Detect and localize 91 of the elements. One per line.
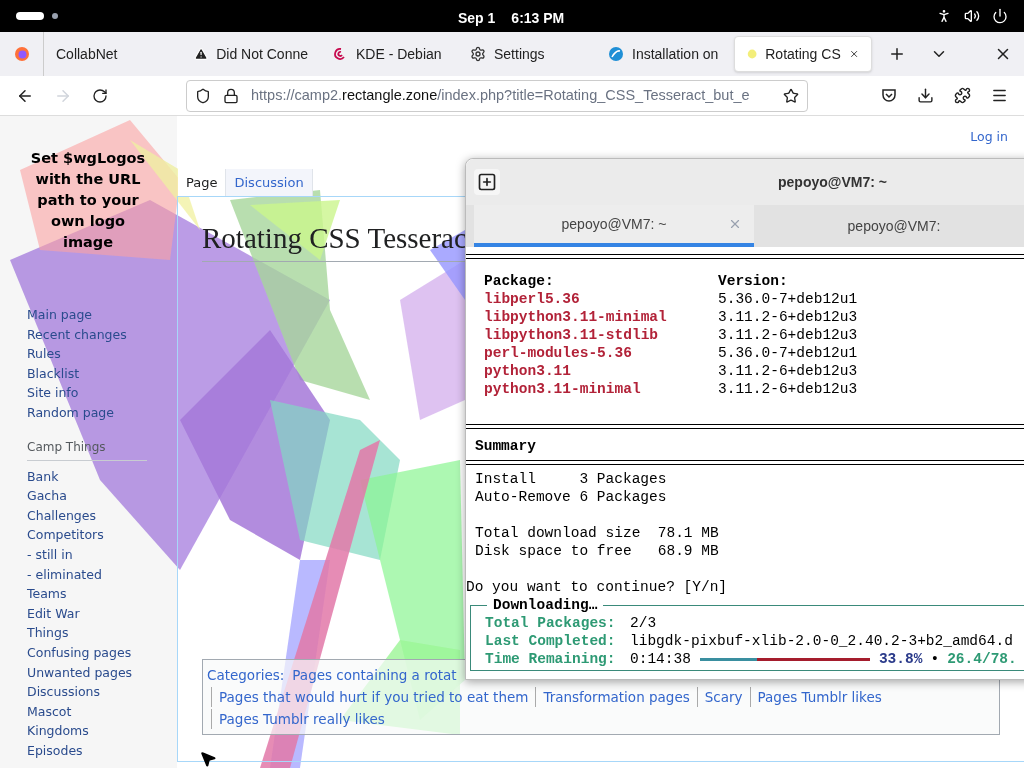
category-link[interactable]: Transformation pages (535, 687, 697, 707)
browser-tab[interactable]: KDE - Debian (320, 36, 458, 72)
bookmark-star-icon[interactable] (783, 87, 799, 104)
sidebar-link[interactable]: Competitors (27, 525, 104, 545)
login-link[interactable]: Log in (970, 128, 1008, 147)
summary-heading: Summary (474, 437, 536, 455)
new-tab-icon[interactable] (474, 169, 500, 195)
sidebar-link[interactable]: Rules (27, 344, 61, 364)
extensions-icon[interactable] (954, 87, 971, 104)
package-version: 5.36.0-7+deb12u1 (718, 344, 858, 362)
clock[interactable]: Sep 1 6:13 PM (458, 8, 565, 28)
sidebar-link[interactable]: - still in (27, 544, 73, 565)
lock-icon (223, 87, 239, 104)
sidebar-link[interactable]: Gacha (27, 486, 67, 506)
mouse-cursor-icon (199, 750, 217, 768)
package-name: libpython3.11-minimal (484, 308, 667, 326)
sidebar-link[interactable]: Teams (27, 584, 67, 604)
url-text: https://camp2.rectangle.zone/index.php?title=Rotating_CSS_Tesseract_but_e (251, 85, 751, 105)
sidebar-link[interactable]: Discussions (27, 682, 100, 702)
column-header: Version: (718, 272, 788, 290)
package-version: 3.11.2-6+deb12u3 (718, 308, 858, 326)
window-title: pepoyo@VM7: ~ (778, 172, 887, 192)
categories-label[interactable]: Categories: (207, 664, 285, 686)
browser-tab[interactable]: Installation on (596, 36, 734, 72)
package-name: perl-modules-5.36 (484, 344, 632, 362)
globe-icon (608, 46, 624, 62)
sidebar-link[interactable]: Unwanted pages (27, 662, 133, 683)
sidebar-link[interactable]: Kingdoms (27, 721, 89, 741)
power-icon[interactable] (992, 8, 1008, 24)
field-value: 2/3 (630, 614, 657, 632)
browser-tab[interactable]: Did Not Conne (182, 36, 320, 72)
package-name: python3.11-minimal (484, 380, 641, 398)
field-label: Time Remaining: (485, 650, 617, 668)
shield-icon[interactable] (195, 87, 211, 104)
browser-tab[interactable]: CollabNet (44, 36, 182, 72)
package-version: 5.36.0-7+deb12u1 (718, 290, 858, 308)
summary-line: Auto-Remove 6 Packages (475, 488, 667, 506)
field-label: Last Completed: (485, 632, 617, 650)
category-link[interactable]: Scary (696, 687, 750, 707)
separator-dot: • (930, 650, 940, 668)
sidebar-link[interactable]: Bank (27, 466, 59, 487)
accessibility-icon[interactable] (936, 8, 952, 24)
download-size: 26.4/78. (947, 650, 1017, 668)
terminal-tab[interactable]: pepoyo@VM7: (754, 205, 1024, 247)
panel-title: Downloading… (487, 596, 604, 614)
sidebar-link[interactable]: Confusing pages (27, 642, 132, 663)
package-name: python3.11 (484, 362, 571, 380)
swirl-icon (332, 46, 348, 62)
terminal-tab[interactable]: pepoyo@VM7: ~ (474, 205, 754, 247)
package-version: 3.11.2-6+deb12u3 (718, 362, 858, 380)
field-value: 0:14:38 (630, 650, 691, 668)
sidebar-link[interactable]: Challenges (27, 505, 96, 526)
sidebar-link[interactable]: - eliminated (27, 564, 102, 585)
sidebar-link[interactable]: Mascot (27, 701, 72, 722)
page-tab[interactable]: Page (178, 168, 227, 197)
sidebar-link[interactable]: Blacklist (27, 363, 80, 384)
workspace-indicator-icon[interactable] (16, 12, 58, 20)
download-icon[interactable] (917, 87, 934, 104)
settings-icon (470, 46, 486, 62)
category-link[interactable]: Pages Tumblr really likes (211, 709, 392, 729)
sidebar-link[interactable]: Random page (27, 402, 114, 423)
browser-logo-icon (13, 46, 30, 62)
sidebar-link[interactable]: Episodes (27, 740, 83, 761)
reload-icon[interactable] (92, 87, 108, 104)
dot-icon (747, 47, 758, 61)
browser-tab[interactable]: Rotating CS (734, 36, 872, 72)
address-bar[interactable]: https://camp2.rectangle.zone/index.php?title=Rotating_CSS_Tesseract_but_e (186, 79, 808, 112)
prompt-line: Do you want to continue? [Y/n] (466, 578, 728, 596)
package-name: libperl5.36 (484, 290, 580, 308)
browser-tab[interactable]: Settings (458, 36, 596, 72)
category-link[interactable]: Pages containing a rotat (292, 664, 457, 686)
field-value: libgdk-pixbuf-xlib-2.0-0_2.40.2-3+b2_amd64.d (630, 632, 1013, 650)
new-tab-icon[interactable] (888, 45, 906, 63)
warning-icon (194, 46, 209, 62)
field-label: Total Packages: (485, 614, 617, 632)
summary-line: Total download size 78.1 MB (475, 524, 719, 542)
sidebar-link[interactable]: Edit War (27, 603, 80, 624)
package-version: 3.11.2-6+deb12u3 (718, 326, 858, 344)
page-tab[interactable]: Discussion (226, 168, 313, 197)
category-link[interactable]: Pages that would hurt if you tried to eat them (211, 687, 536, 707)
summary-line: Disk space to free 68.9 MB (475, 542, 719, 560)
summary-line: Install 3 Packages (475, 470, 667, 488)
progress-percent: 33.8% (878, 650, 923, 668)
menu-icon[interactable] (991, 87, 1008, 104)
pocket-icon[interactable] (881, 87, 897, 103)
sidebar-link[interactable]: Things (27, 623, 69, 643)
package-name: libpython3.11-stdlib (484, 326, 659, 344)
category-link[interactable]: Pages Tumblr likes (749, 687, 889, 707)
volume-icon[interactable] (964, 8, 980, 24)
package-version: 3.11.2-6+deb12u3 (718, 380, 858, 398)
column-header: Package: (484, 272, 554, 290)
